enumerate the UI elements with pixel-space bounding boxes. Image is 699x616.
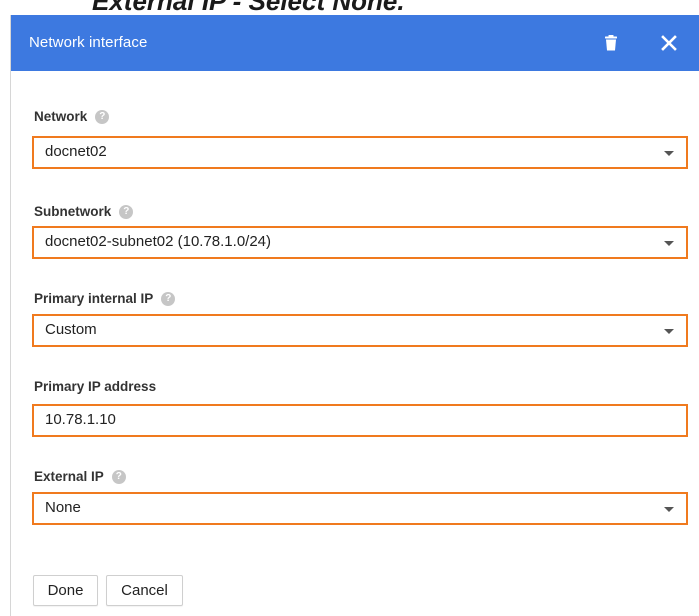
help-icon[interactable]: ?	[111, 469, 126, 484]
chevron-down-icon	[664, 151, 674, 156]
primary-internal-ip-select-value: Custom	[45, 321, 97, 338]
network-select-value: docnet02	[45, 143, 107, 160]
primary-ip-address-label: Primary IP address	[34, 379, 156, 394]
cancel-button[interactable]: Cancel	[106, 575, 183, 606]
primary-ip-address-value: 10.78.1.10	[45, 411, 116, 428]
dialog-title: Network interface	[29, 34, 148, 51]
help-icon[interactable]: ?	[119, 204, 134, 219]
done-button[interactable]: Done	[33, 575, 98, 606]
subnetwork-select-value: docnet02-subnet02 (10.78.1.0/24)	[45, 233, 272, 250]
external-ip-label-text: External IP	[34, 469, 104, 484]
chevron-down-icon	[664, 241, 674, 246]
trash-icon[interactable]	[597, 29, 625, 57]
dialog-header: Network interface	[11, 15, 699, 71]
network-interface-dialog: Network interface Network ? docnet02 Sub…	[10, 15, 699, 616]
close-icon[interactable]	[655, 29, 683, 57]
external-ip-label: External IP ?	[34, 469, 126, 484]
network-label-text: Network	[34, 109, 88, 124]
chevron-down-icon	[664, 329, 674, 334]
external-ip-select[interactable]: None	[32, 492, 688, 525]
subnetwork-select[interactable]: docnet02-subnet02 (10.78.1.0/24)	[32, 226, 688, 259]
subnetwork-label-text: Subnetwork	[34, 204, 112, 219]
help-icon[interactable]: ?	[161, 291, 176, 306]
primary-internal-ip-label-text: Primary internal IP	[34, 291, 154, 306]
chevron-down-icon	[664, 507, 674, 512]
help-icon[interactable]: ?	[95, 109, 110, 124]
external-ip-select-value: None	[45, 499, 81, 516]
primary-ip-address-input[interactable]: 10.78.1.10	[32, 404, 688, 437]
subnetwork-label: Subnetwork ?	[34, 204, 134, 219]
primary-internal-ip-select[interactable]: Custom	[32, 314, 688, 347]
network-label: Network ?	[34, 109, 110, 124]
primary-internal-ip-label: Primary internal IP ?	[34, 291, 176, 306]
network-select[interactable]: docnet02	[32, 136, 688, 169]
primary-ip-address-label-text: Primary IP address	[34, 379, 157, 394]
